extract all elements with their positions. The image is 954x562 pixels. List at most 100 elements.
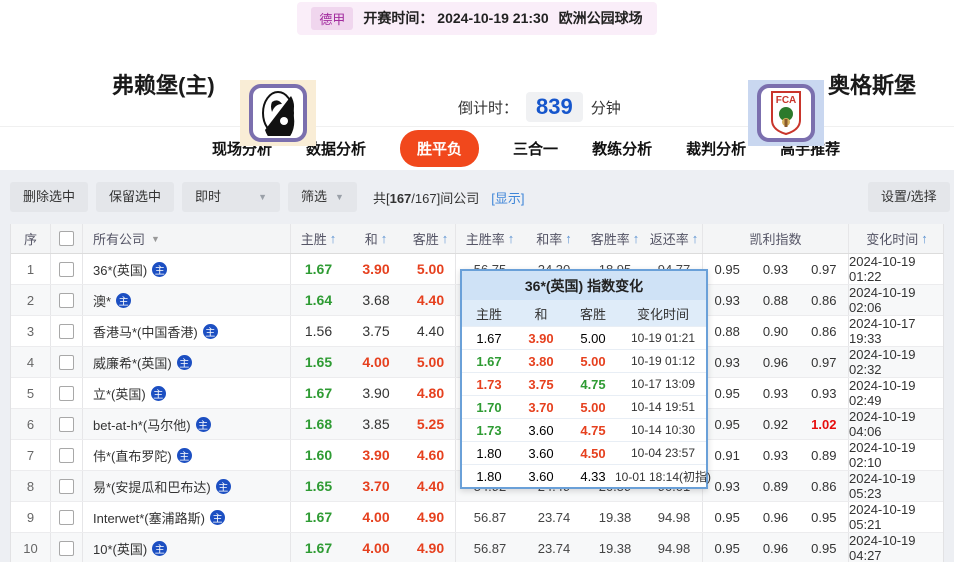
popup-draw-odds: 3.90 — [528, 330, 554, 346]
away-odds[interactable]: 5.00 — [406, 254, 456, 284]
draw-odds[interactable]: 4.00 — [346, 533, 406, 562]
home-odds[interactable]: 1.67 — [291, 378, 346, 408]
row-checkbox[interactable] — [59, 261, 74, 277]
kelly-index-cell: 0.95 0.92 1.02 — [703, 409, 849, 439]
venue: 欧洲公园球场 — [558, 10, 643, 26]
home-team-name: 弗赖堡(主) — [112, 73, 215, 98]
nav-tab-6[interactable]: 裁判分析 — [686, 138, 746, 159]
home-odds[interactable]: 1.65 — [291, 347, 346, 377]
home-odds[interactable]: 1.67 — [291, 254, 346, 284]
row-checkbox[interactable] — [59, 354, 74, 370]
keep-selected-button[interactable]: 保留选中 — [96, 182, 175, 212]
draw-odds[interactable]: 4.00 — [346, 502, 406, 532]
company-cell[interactable]: 澳* 主 — [83, 285, 291, 315]
return-rate: 94.98 — [646, 502, 703, 532]
kelly-value: 0.97 — [811, 354, 837, 370]
column-header-away-odds[interactable]: 客胜 ↑ — [406, 224, 456, 253]
draw-odds[interactable]: 3.90 — [346, 254, 406, 284]
company-cell[interactable]: 香港马*(中国香港) 主 — [83, 316, 291, 346]
away-odds[interactable]: 4.60 — [406, 440, 456, 470]
kelly-value: 0.88 — [762, 292, 789, 308]
popup-home-odds: 1.73 — [476, 422, 502, 438]
away-odds[interactable]: 4.40 — [406, 316, 456, 346]
popup-change-time: 10-14 10:30 — [630, 423, 696, 437]
column-header-away-rate[interactable]: 客胜率 ↑ — [584, 224, 646, 253]
company-cell[interactable]: 伟*(直布罗陀) 主 — [83, 440, 291, 470]
nav-tab-5[interactable]: 教练分析 — [592, 138, 652, 159]
row-checkbox[interactable] — [59, 478, 74, 494]
row-checkbox[interactable] — [59, 540, 74, 556]
away-odds[interactable]: 4.90 — [406, 502, 456, 532]
instant-odds-dropdown[interactable]: 即时 ▼ — [182, 182, 281, 212]
settings-select-button[interactable]: 设置/选择 — [868, 182, 950, 212]
popup-home-odds: 1.80 — [476, 468, 502, 484]
column-header-return-rate[interactable]: 返还率 ↑ — [646, 224, 703, 253]
company-name: 香港马*(中国香港) — [93, 324, 198, 340]
row-checkbox[interactable] — [59, 385, 74, 401]
draw-odds[interactable]: 3.70 — [346, 471, 406, 501]
change-time: 2024-10-19 02:32 — [849, 347, 916, 377]
popup-away-odds: 4.75 — [580, 376, 606, 392]
home-odds[interactable]: 1.67 — [291, 502, 346, 532]
company-cell[interactable]: bet-at-h*(马尔他) 主 — [83, 409, 291, 439]
company-cell[interactable]: 10*(英国) 主 — [83, 533, 291, 562]
draw-odds[interactable]: 3.85 — [346, 409, 406, 439]
row-checkbox[interactable] — [59, 447, 74, 463]
nav-tab-3[interactable]: 胜平负 — [400, 130, 480, 167]
home-odds[interactable]: 1.67 — [291, 533, 346, 562]
company-count-current: 167 — [389, 190, 412, 206]
popup-odds-row: 1.67 3.80 5.00 10-19 01:12 — [462, 349, 706, 372]
home-odds[interactable]: 1.64 — [291, 285, 346, 315]
home-odds[interactable]: 1.65 — [291, 471, 346, 501]
company-cell[interactable]: 威廉希*(英国) 主 — [83, 347, 291, 377]
away-odds[interactable]: 4.90 — [406, 533, 456, 562]
column-header-kelly[interactable]: 凯利指数 — [703, 224, 849, 253]
home-odds[interactable]: 1.68 — [291, 409, 346, 439]
filter-dropdown[interactable]: 筛选 ▼ — [288, 182, 357, 212]
column-header-home-rate[interactable]: 主胜率 ↑ — [456, 224, 524, 253]
company-cell[interactable]: 易*(安提瓜和巴布达) 主 — [83, 471, 291, 501]
away-odds[interactable]: 5.00 — [406, 347, 456, 377]
table-row: 9 Interwet*(塞浦路斯) 主 1.67 4.00 4.90 56.87 23.74 1… — [11, 502, 943, 533]
company-cell[interactable]: 立*(英国) 主 — [83, 378, 291, 408]
draw-odds[interactable]: 3.90 — [346, 440, 406, 470]
row-checkbox[interactable] — [59, 292, 74, 308]
away-odds[interactable]: 4.40 — [406, 471, 456, 501]
company-name: 10*(英国) — [93, 541, 148, 557]
column-header-company[interactable]: 所有公司 ▼ — [83, 224, 291, 253]
show-link[interactable]: [显示] — [491, 188, 524, 207]
away-odds[interactable]: 4.80 — [406, 378, 456, 408]
row-checkbox[interactable] — [59, 509, 74, 525]
popup-change-time: 10-19 01:12 — [630, 354, 696, 368]
draw-odds[interactable]: 3.68 — [346, 285, 406, 315]
row-checkbox[interactable] — [59, 416, 74, 432]
table-header-row: 序 所有公司 ▼ 主胜 ↑ 和 ↑ 客胜 ↑ 主胜率 ↑ 和率 ↑ 客胜率 ↑ 返还率 ↑ 凯… — [11, 224, 943, 254]
row-checkbox[interactable] — [59, 323, 74, 339]
delete-selected-button[interactable]: 删除选中 — [10, 182, 89, 212]
sort-asc-icon: ↑ — [380, 231, 388, 246]
away-odds[interactable]: 5.25 — [406, 409, 456, 439]
change-time: 2024-10-19 04:06 — [849, 409, 916, 439]
select-all-checkbox[interactable] — [59, 231, 74, 246]
column-header-seq[interactable]: 序 — [11, 224, 51, 253]
away-odds[interactable]: 4.40 — [406, 285, 456, 315]
match-header: 弗赖堡(主) 倒计时： 839 分钟 FCA 奥格斯堡 — [0, 36, 954, 146]
sort-asc-icon: ↑ — [565, 231, 572, 246]
kelly-value: 0.95 — [714, 509, 740, 525]
column-header-draw-rate[interactable]: 和率 ↑ — [524, 224, 584, 253]
column-header-change-time[interactable]: 变化时间 ↑ — [849, 224, 945, 253]
draw-odds[interactable]: 3.90 — [346, 378, 406, 408]
popup-home-odds: 1.67 — [476, 330, 502, 346]
nav-tab-4[interactable]: 三合一 — [513, 138, 558, 159]
home-odds[interactable]: 1.60 — [291, 440, 346, 470]
company-cell[interactable]: Interwet*(塞浦路斯) 主 — [83, 502, 291, 532]
company-cell[interactable]: 36*(英国) 主 — [83, 254, 291, 284]
draw-odds[interactable]: 4.00 — [346, 347, 406, 377]
row-checkbox-cell — [51, 316, 83, 346]
column-header-home-odds[interactable]: 主胜 ↑ — [291, 224, 346, 253]
host-odds-icon: 主 — [215, 478, 231, 494]
draw-odds[interactable]: 3.75 — [346, 316, 406, 346]
home-odds[interactable]: 1.56 — [291, 316, 346, 346]
company-name: 伟*(直布罗陀) — [93, 448, 172, 464]
column-header-draw-odds[interactable]: 和 ↑ — [346, 224, 406, 253]
